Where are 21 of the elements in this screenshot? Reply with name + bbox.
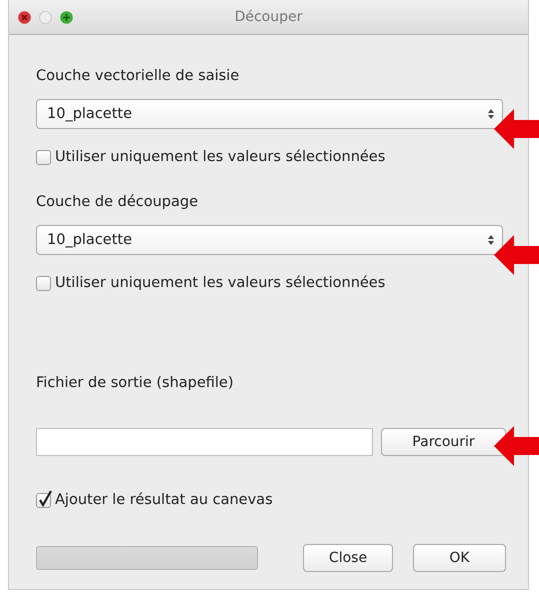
ok-button[interactable]: OK: [413, 544, 506, 572]
close-button[interactable]: Close: [303, 544, 393, 572]
zoom-icon[interactable]: [60, 10, 73, 24]
output-file-field[interactable]: [36, 428, 373, 456]
checkbox[interactable]: [36, 150, 51, 164]
close-icon[interactable]: [18, 10, 31, 24]
checkbox-label: Ajouter le résultat au canevas: [55, 492, 273, 508]
layer-dropdown[interactable]: 10_placette: [36, 99, 503, 129]
checkbox[interactable]: [36, 276, 51, 290]
layer-dropdown[interactable]: 10_placette: [36, 225, 503, 255]
minimize-icon[interactable]: [39, 10, 52, 24]
browse-button[interactable]: Parcourir: [381, 428, 506, 456]
field-label: Couche vectorielle de saisie: [36, 68, 240, 84]
checkbox[interactable]: [36, 492, 51, 508]
field-label: Fichier de sortie (shapefile): [36, 375, 235, 391]
checkbox-label: Utiliser uniquement les valeurs sélectionnées: [55, 275, 386, 291]
checkbox-label: Utiliser uniquement les valeurs sélectionnées: [55, 149, 386, 165]
window-title: Découper: [234, 9, 302, 25]
updown-arrows-icon: [488, 108, 494, 120]
field-label: Couche de découpage: [36, 194, 199, 210]
updown-arrows-icon: [488, 234, 494, 246]
